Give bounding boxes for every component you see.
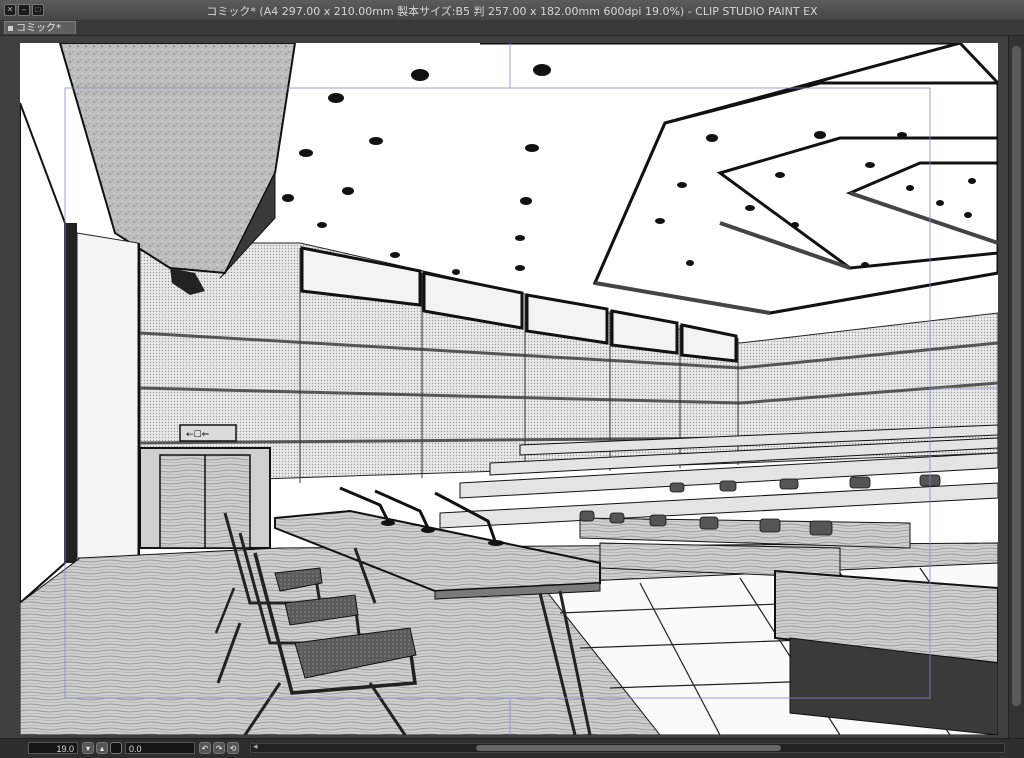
window-title: コミック* (A4 297.00 x 210.00mm 製本サイズ:B5 判 2… [206, 5, 818, 18]
title-bar: ✕ – □ コミック* (A4 297.00 x 210.00mm 製本サイズ:… [0, 0, 1024, 21]
rotate-left-icon: ↶ [201, 744, 209, 753]
screen-frame [65, 223, 77, 563]
reset-rotation-button[interactable]: ⟲ [227, 742, 239, 754]
canvas-workspace[interactable]: ←☐⇐ [0, 36, 1024, 738]
document-tab-icon [8, 25, 13, 31]
vertical-scroll-thumb[interactable] [1012, 46, 1021, 706]
reset-rotation-icon: ⟲ [229, 744, 237, 753]
drawing-canvas[interactable]: ←☐⇐ [20, 43, 998, 735]
tab-label: コミック* [16, 23, 61, 34]
zoom-in-button[interactable]: ▴ [96, 742, 108, 754]
left-wall-panel [76, 232, 139, 559]
tab-comic-document[interactable]: コミック* [4, 21, 76, 34]
scroll-left-icon[interactable]: ◂ [253, 741, 258, 752]
status-bar: 19.0 ▾ ▴ 0.0 ↶ ↷ ⟲ ◂ [0, 738, 1024, 758]
fit-view-button[interactable] [110, 742, 122, 754]
rotate-left-button[interactable]: ↶ [199, 742, 211, 754]
horizontal-scrollbar[interactable]: ◂ [250, 741, 1005, 753]
zoom-out-button[interactable]: ▾ [82, 742, 94, 754]
horizontal-scroll-thumb[interactable] [476, 745, 781, 751]
rotate-right-button[interactable]: ↷ [213, 742, 225, 754]
rotate-right-icon: ↷ [215, 744, 223, 753]
lecture-hall-illustration: ←☐⇐ [20, 43, 998, 735]
zoom-in-icon: ▴ [99, 744, 104, 753]
rotation-input[interactable]: 0.0 [125, 742, 195, 754]
zoom-input[interactable]: 19.0 [28, 742, 78, 754]
vertical-scrollbar[interactable] [1008, 36, 1024, 738]
document-tab-strip: コミック* [0, 20, 1024, 36]
zoom-out-icon: ▾ [85, 744, 90, 753]
svg-text:←☐⇐: ←☐⇐ [186, 430, 210, 440]
